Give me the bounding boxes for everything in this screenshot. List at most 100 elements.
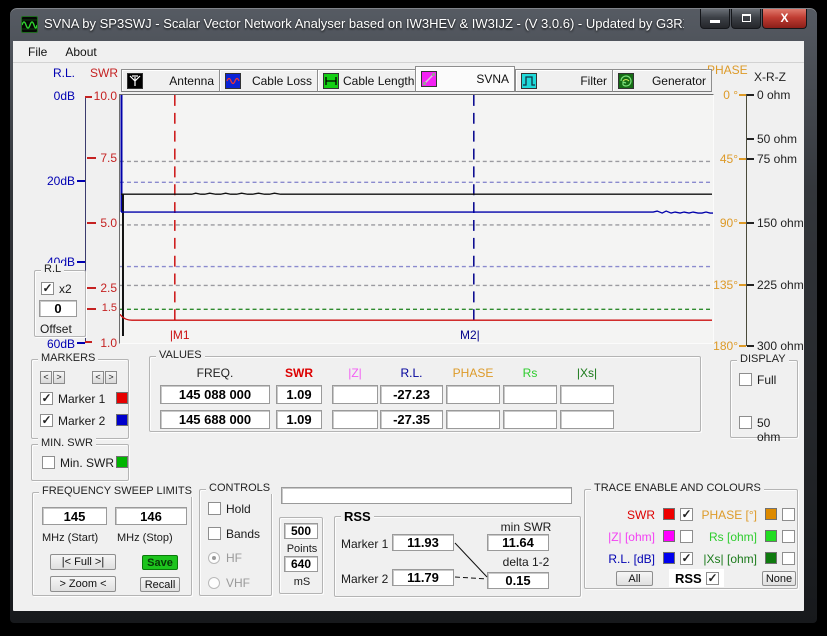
min-swr-color-swatch[interactable] — [116, 456, 128, 468]
rl-tick-label: 0dB — [53, 89, 75, 103]
recall-button[interactable]: Recall — [140, 577, 180, 592]
swr-tick-label: 5.0 — [100, 216, 117, 230]
swr-trace — [120, 313, 713, 321]
titlebar: SVNA by SP3SWJ - Scalar Vector Network A… — [10, 8, 817, 41]
sweep-limits-group: FREQUENCY SWEEP LIMITS MHz (Start) MHz (… — [32, 485, 195, 596]
points-label: Points — [286, 543, 318, 555]
delta-connector-lines — [454, 542, 488, 580]
values-header-rs: Rs — [522, 366, 538, 380]
xrz-tick — [747, 138, 754, 140]
x2-checkbox[interactable]: ✓ — [41, 282, 54, 295]
swr-tick-label: 2.5 — [100, 281, 117, 295]
trace-z-swatch[interactable] — [663, 530, 675, 542]
hold-checkbox[interactable] — [208, 502, 221, 515]
rl-tick-label: 20dB — [46, 174, 75, 188]
start-unit-label: MHz (Start) — [42, 532, 99, 544]
xrz-tick — [747, 158, 754, 160]
rss-marker2-value: 11.79 — [392, 569, 454, 586]
trace-xs-checkbox[interactable] — [782, 552, 795, 565]
sweep-chart[interactable]: |M1 M2| — [119, 94, 714, 344]
xrz-tick-label: 150 ohm — [757, 216, 804, 230]
marker2-color-swatch[interactable] — [116, 414, 128, 426]
tab-antenna[interactable]: Antenna — [121, 69, 220, 92]
tab-filter[interactable]: Filter — [515, 69, 613, 92]
trace-rss-label: RSS — [675, 571, 702, 586]
trace-none-button[interactable]: None — [762, 571, 796, 586]
hf-label: HF — [226, 551, 242, 565]
cable-loss-icon — [225, 72, 241, 89]
display-50ohm-checkbox[interactable] — [739, 416, 752, 429]
markers-group: MARKERS < > < > ✓ Marker 1 ✓ Marker 2 — [31, 352, 129, 439]
tab-cable-loss[interactable]: Cable Loss — [219, 69, 318, 92]
tab-svna[interactable]: SVNA — [415, 66, 515, 92]
trace-phase-checkbox[interactable] — [782, 508, 795, 521]
marker1-color-swatch[interactable] — [116, 392, 128, 404]
xs-value-m1 — [560, 385, 614, 404]
bands-checkbox[interactable] — [208, 527, 221, 540]
marker1-right-button[interactable]: > — [53, 371, 65, 384]
marker1-checkbox[interactable]: ✓ — [40, 392, 53, 405]
rss-trace — [120, 192, 713, 195]
trace-rs-label: Rs [ohm] — [708, 530, 757, 544]
status-text-input[interactable] — [281, 487, 572, 504]
full-span-button[interactable]: |< Full >| — [50, 554, 116, 570]
stop-unit-label: MHz (Stop) — [117, 532, 173, 544]
xrz-tick-label: 300 ohm — [757, 339, 804, 353]
freq-value-m1: 145 088 000 — [160, 385, 270, 404]
marker1-label: |M1 — [170, 328, 190, 342]
marker2-left-button[interactable]: < — [92, 371, 104, 384]
values-header-z: |Z| — [348, 366, 362, 380]
tab-generator[interactable]: Generator — [612, 69, 712, 92]
trace-rl-swatch[interactable] — [663, 552, 675, 564]
menu-file[interactable]: File — [19, 43, 56, 61]
xrz-tick-label: 225 ohm — [757, 278, 804, 292]
trace-rs-checkbox[interactable] — [782, 530, 795, 543]
app-window: SVNA by SP3SWJ - Scalar Vector Network A… — [9, 7, 818, 624]
swr-tick-label: 1.5 — [101, 302, 117, 314]
rl-offset-group: R.L ✓ x2 Offset — [34, 263, 86, 337]
freq-start-input[interactable] — [42, 507, 107, 525]
rss-group: RSS min SWR Marker 1 11.93 11.64 Marker … — [334, 509, 581, 597]
xrz-tick — [747, 222, 754, 224]
xrz-tick-label: 75 ohm — [757, 152, 798, 166]
hf-radio[interactable] — [208, 552, 220, 564]
tab-cable-length[interactable]: Cable Length — [317, 69, 416, 92]
values-header-freq: FREQ. — [196, 366, 234, 380]
trace-rs-swatch[interactable] — [765, 530, 777, 542]
min-swr-checkbox[interactable] — [42, 456, 55, 469]
marker1-left-button[interactable]: < — [40, 371, 52, 384]
trace-xs-swatch[interactable] — [765, 552, 777, 564]
display-group: DISPLAY Full 50 ohm — [730, 353, 798, 444]
trace-swr-swatch[interactable] — [663, 508, 675, 520]
rl-tick — [77, 342, 85, 344]
generator-icon — [618, 72, 634, 89]
zoom-button[interactable]: > Zoom < — [50, 576, 116, 592]
ms-value: 640 — [284, 556, 318, 572]
xrz-axis-title: X-R-Z — [754, 70, 786, 84]
save-button[interactable]: Save — [142, 555, 178, 570]
trace-rl-label: R.L. [dB] — [608, 552, 655, 566]
trace-phase-swatch[interactable] — [765, 508, 777, 520]
marker2-label: M2| — [460, 328, 480, 342]
display-full-checkbox[interactable] — [739, 373, 752, 386]
freq-stop-input[interactable] — [115, 507, 187, 525]
filter-icon — [521, 72, 537, 89]
rl-tick-label: 60dB — [46, 337, 75, 351]
xrz-tick — [747, 94, 754, 96]
trace-enable-group: TRACE ENABLE AND COLOURS SWR ✓ PHASE [°]… — [584, 482, 798, 589]
minimize-button[interactable] — [700, 9, 730, 29]
menu-bar: File About — [13, 41, 804, 63]
maximize-button[interactable] — [731, 9, 761, 29]
close-button[interactable]: X — [762, 9, 807, 29]
menu-about[interactable]: About — [56, 43, 105, 61]
display-50ohm-label: 50 ohm — [757, 416, 781, 444]
controls-group: CONTROLS Hold Bands HF VHF — [199, 482, 274, 596]
trace-rss-checkbox[interactable]: ✓ — [706, 572, 719, 585]
marker2-checkbox[interactable]: ✓ — [40, 414, 53, 427]
rl-tick — [77, 261, 85, 263]
trace-all-button[interactable]: All — [616, 571, 653, 586]
vhf-radio[interactable] — [208, 577, 220, 589]
cable-length-icon — [323, 72, 339, 89]
marker2-right-button[interactable]: > — [105, 371, 117, 384]
offset-input[interactable] — [39, 300, 77, 317]
